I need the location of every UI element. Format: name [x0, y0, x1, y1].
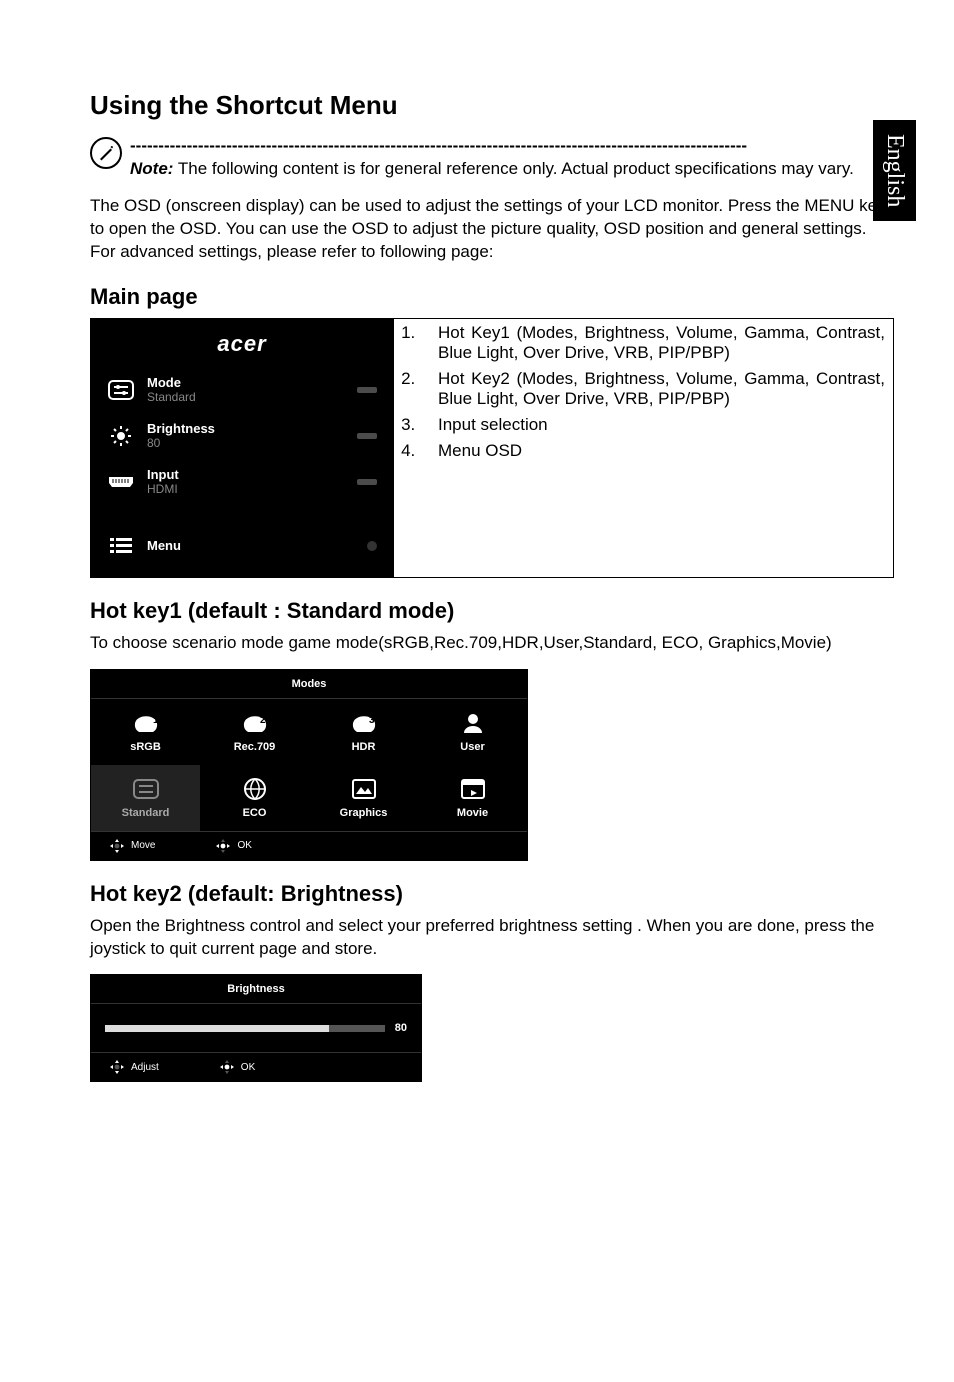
- user-icon: [422, 709, 523, 737]
- game1-icon: 1: [95, 709, 196, 737]
- hint-ok: OK: [219, 1059, 255, 1075]
- note-divider: ----------------------------------------…: [130, 135, 854, 158]
- svg-text:1: 1: [153, 715, 159, 726]
- mode-user[interactable]: User: [418, 699, 527, 765]
- osd-input-sub: HDMI: [147, 482, 345, 496]
- mode-label: HDR: [313, 741, 414, 753]
- osd-brightness-sub: 80: [147, 436, 345, 450]
- game3-icon: 3: [313, 709, 414, 737]
- standard-icon: [95, 775, 196, 803]
- page-title: Using the Shortcut Menu: [90, 90, 894, 121]
- hint-adjust: Adjust: [109, 1059, 159, 1075]
- svg-text:3: 3: [369, 715, 375, 726]
- osd-input-title: Input: [147, 467, 345, 483]
- language-tab: English: [873, 120, 916, 221]
- osd-row-input[interactable]: Input HDMI: [103, 459, 381, 505]
- list-item: Menu OSD: [420, 441, 885, 461]
- mode-label: Movie: [422, 807, 523, 819]
- modes-panel: Modes 1 sRGB 2 Rec.709 3 HDR: [90, 669, 528, 861]
- brightness-panel-title: Brightness: [91, 975, 421, 1004]
- osd-brightness-title: Brightness: [147, 421, 345, 437]
- note-label: Note:: [130, 159, 173, 178]
- hotkey2-desc: Open the Brightness control and select y…: [90, 915, 894, 961]
- osd-indicator: [367, 541, 377, 551]
- mode-rec709[interactable]: 2 Rec.709: [200, 699, 309, 765]
- hotkey2-heading: Hot key2 (default: Brightness): [90, 881, 894, 907]
- osd-row-mode[interactable]: Mode Standard: [103, 367, 381, 413]
- hint-ok: OK: [215, 838, 251, 854]
- note-block: ----------------------------------------…: [90, 135, 894, 181]
- modes-panel-title: Modes: [91, 670, 527, 699]
- osd-indicator: [357, 479, 377, 485]
- mode-movie[interactable]: Movie: [418, 765, 527, 831]
- osd-mode-sub: Standard: [147, 390, 345, 404]
- hotkey1-heading: Hot key1 (default : Standard mode): [90, 598, 894, 624]
- movie-icon: [422, 775, 523, 803]
- main-page-figure: acer Mode Standard Brightness 80: [90, 318, 894, 578]
- note-icon: [90, 137, 122, 169]
- osd-indicator: [357, 387, 377, 393]
- eco-icon: [204, 775, 305, 803]
- mode-standard[interactable]: Standard: [91, 765, 200, 831]
- menu-icon: [107, 535, 135, 557]
- osd-row-menu[interactable]: Menu: [103, 527, 381, 565]
- brightness-slider-fill: [105, 1025, 329, 1032]
- main-page-list: Hot Key1 (Modes, Brightness, Volume, Gam…: [393, 319, 893, 577]
- brightness-panel: Brightness 80 Adjust OK: [90, 974, 422, 1082]
- hint-move: Move: [109, 838, 155, 854]
- list-item: Input selection: [420, 415, 885, 435]
- list-item: Hot Key1 (Modes, Brightness, Volume, Gam…: [420, 323, 885, 363]
- graphics-icon: [313, 775, 414, 803]
- input-icon: [107, 471, 135, 493]
- brand-logo: acer: [103, 331, 381, 357]
- hotkey1-desc: To choose scenario mode game mode(sRGB,R…: [90, 632, 894, 655]
- intro-text: The OSD (onscreen display) can be used t…: [90, 195, 894, 264]
- mode-label: sRGB: [95, 741, 196, 753]
- mode-label: Standard: [95, 807, 196, 819]
- brightness-icon: [107, 425, 135, 447]
- mode-hdr[interactable]: 3 HDR: [309, 699, 418, 765]
- main-page-heading: Main page: [90, 284, 894, 310]
- osd-mode-title: Mode: [147, 375, 345, 391]
- note-body: The following content is for general ref…: [173, 159, 853, 178]
- mode-label: Graphics: [313, 807, 414, 819]
- osd-menu-title: Menu: [147, 538, 355, 554]
- brightness-value: 80: [395, 1022, 407, 1034]
- brightness-slider[interactable]: [105, 1025, 385, 1032]
- mode-label: ECO: [204, 807, 305, 819]
- osd-shortcut-panel: acer Mode Standard Brightness 80: [91, 319, 393, 577]
- mode-srgb[interactable]: 1 sRGB: [91, 699, 200, 765]
- game2-icon: 2: [204, 709, 305, 737]
- mode-label: User: [422, 741, 523, 753]
- mode-label: Rec.709: [204, 741, 305, 753]
- svg-text:2: 2: [260, 715, 266, 726]
- mode-graphics[interactable]: Graphics: [309, 765, 418, 831]
- list-item: Hot Key2 (Modes, Brightness, Volume, Gam…: [420, 369, 885, 409]
- osd-row-brightness[interactable]: Brightness 80: [103, 413, 381, 459]
- mode-icon: [107, 379, 135, 401]
- osd-indicator: [357, 433, 377, 439]
- mode-eco[interactable]: ECO: [200, 765, 309, 831]
